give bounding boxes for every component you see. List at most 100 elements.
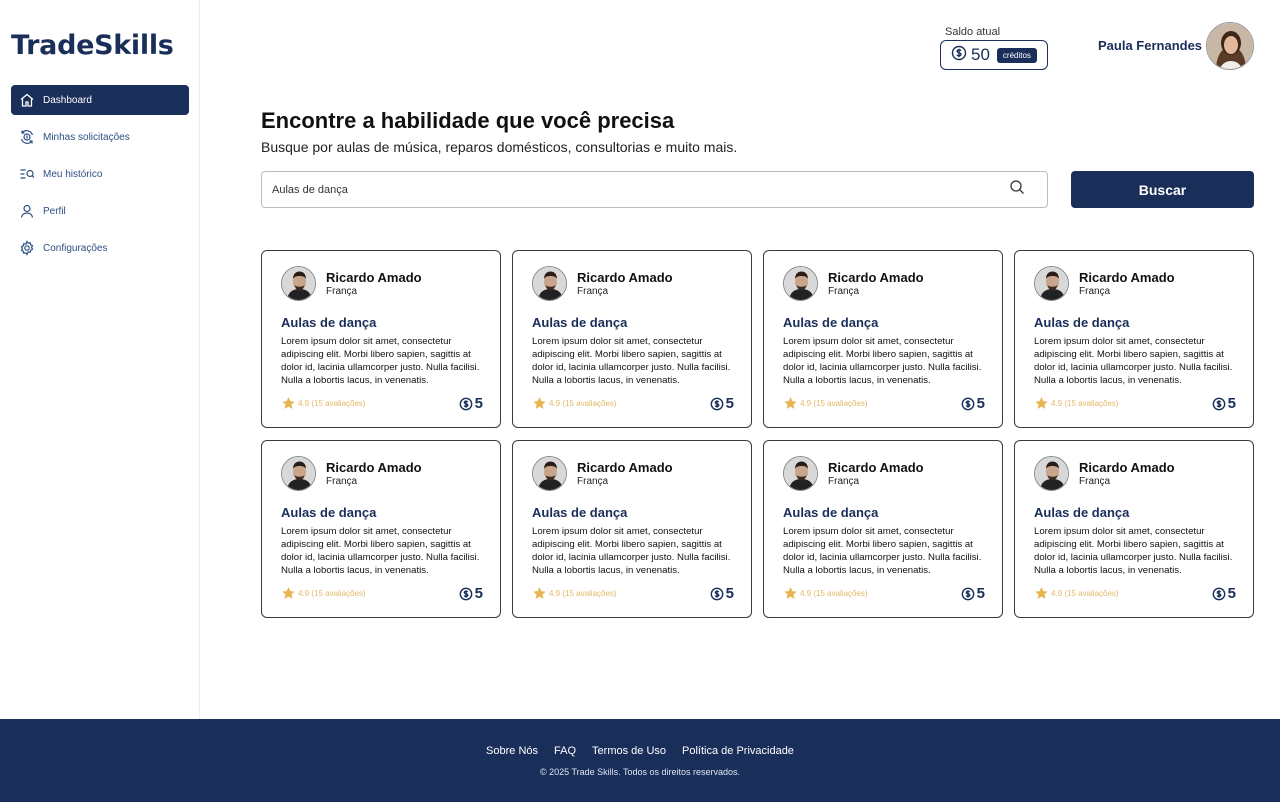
skill-description: Lorem ipsum dolor sit amet, consectetur …: [281, 336, 480, 386]
skill-card[interactable]: Ricardo Amado França Aulas de dança Lore…: [512, 250, 752, 428]
star-icon: [1035, 587, 1048, 599]
provider-name[interactable]: Ricardo Amado: [577, 270, 673, 285]
provider-name[interactable]: Ricardo Amado: [828, 270, 924, 285]
star-icon: [533, 397, 546, 409]
price-value: 5: [725, 585, 734, 602]
user-name[interactable]: Paula Fernandes: [1098, 38, 1202, 53]
balance-widget: Saldo atual 50 créditos: [940, 26, 1048, 70]
skill-description: Lorem ipsum dolor sit amet, consectetur …: [532, 526, 731, 576]
provider-name[interactable]: Ricardo Amado: [326, 270, 422, 285]
footer-links: Sobre Nós FAQ Termos de Uso Política de …: [0, 745, 1280, 757]
card-footer: 4.9 (15 avaliações) 5: [281, 585, 483, 602]
skill-title[interactable]: Aulas de dança: [532, 315, 732, 330]
rating: 4.9 (15 avaliações): [1034, 396, 1119, 411]
page-subtitle: Busque por aulas de música, reparos domé…: [261, 139, 738, 155]
coin-icon: [459, 397, 473, 410]
search-button[interactable]: Buscar: [1071, 171, 1254, 208]
skill-title[interactable]: Aulas de dança: [281, 315, 481, 330]
coin-icon: [710, 397, 724, 410]
rating-text: 4.9 (15 avaliações): [549, 589, 617, 598]
skill-title[interactable]: Aulas de dança: [783, 505, 983, 520]
footer-link-sobre-nos[interactable]: Sobre Nós: [486, 745, 538, 757]
sidebar-item-perfil[interactable]: Perfil: [11, 196, 189, 226]
user-icon: [19, 203, 35, 219]
price-value: 5: [725, 395, 734, 412]
skill-title[interactable]: Aulas de dança: [532, 505, 732, 520]
skill-title[interactable]: Aulas de dança: [1034, 505, 1234, 520]
sidebar-item-label: Perfil: [43, 205, 66, 217]
app-logo[interactable]: TradeSkills: [11, 30, 174, 61]
skill-description: Lorem ipsum dolor sit amet, consectetur …: [1034, 336, 1233, 386]
sidebar-item-meu-historico[interactable]: Meu histórico: [11, 159, 189, 189]
footer-link-termos[interactable]: Termos de Uso: [592, 745, 666, 757]
skill-title[interactable]: Aulas de dança: [783, 315, 983, 330]
skill-card[interactable]: Ricardo Amado França Aulas de dança Lore…: [261, 440, 501, 618]
sidebar-item-dashboard[interactable]: Dashboard: [11, 85, 189, 115]
user-avatar[interactable]: [1206, 22, 1254, 70]
card-footer: 4.9 (15 avaliações) 5: [783, 395, 985, 412]
balance-value: 50: [971, 45, 990, 64]
gear-icon: [19, 240, 35, 256]
sidebar: TradeSkills Dashboard Minhas solicitaçõe…: [0, 0, 200, 719]
star-icon: [282, 587, 295, 599]
search-input[interactable]: [272, 183, 1009, 196]
balance-label: Saldo atual: [945, 26, 1001, 38]
price-value: 5: [1227, 395, 1236, 412]
coin-icon: [459, 587, 473, 600]
skills-grid: Ricardo Amado França Aulas de dança Lore…: [261, 250, 1254, 618]
rating-text: 4.9 (15 avaliações): [1051, 589, 1119, 598]
rating: 4.9 (15 avaliações): [532, 586, 617, 601]
sidebar-item-label: Minhas solicitações: [43, 131, 130, 143]
provider-country: França: [326, 286, 358, 297]
provider-avatar: [783, 456, 818, 491]
skill-card[interactable]: Ricardo Amado França Aulas de dança Lore…: [261, 250, 501, 428]
card-footer: 4.9 (15 avaliações) 5: [1034, 395, 1236, 412]
provider-name[interactable]: Ricardo Amado: [577, 460, 673, 475]
card-header: Ricardo Amado França: [281, 456, 481, 491]
provider-country: França: [1079, 286, 1111, 297]
skill-title[interactable]: Aulas de dança: [1034, 315, 1234, 330]
card-header: Ricardo Amado França: [281, 266, 481, 301]
provider-avatar: [532, 266, 567, 301]
provider-name[interactable]: Ricardo Amado: [1079, 270, 1175, 285]
provider-name[interactable]: Ricardo Amado: [326, 460, 422, 475]
provider-avatar: [532, 456, 567, 491]
skill-title[interactable]: Aulas de dança: [281, 505, 481, 520]
card-header: Ricardo Amado França: [532, 266, 732, 301]
search-icon[interactable]: [1009, 179, 1035, 200]
price-value: 5: [1227, 585, 1236, 602]
provider-name[interactable]: Ricardo Amado: [828, 460, 924, 475]
skill-card[interactable]: Ricardo Amado França Aulas de dança Lore…: [512, 440, 752, 618]
skill-card[interactable]: Ricardo Amado França Aulas de dança Lore…: [763, 250, 1003, 428]
provider-avatar: [281, 456, 316, 491]
provider-country: França: [577, 476, 609, 487]
provider-avatar: [783, 266, 818, 301]
card-footer: 4.9 (15 avaliações) 5: [532, 585, 734, 602]
skill-card[interactable]: Ricardo Amado França Aulas de dança Lore…: [763, 440, 1003, 618]
balance-box: 50 créditos: [940, 40, 1048, 70]
rating-text: 4.9 (15 avaliações): [1051, 399, 1119, 408]
provider-country: França: [828, 286, 860, 297]
sidebar-item-label: Meu histórico: [43, 168, 103, 180]
provider-avatar: [281, 266, 316, 301]
coin-icon: [961, 587, 975, 600]
sidebar-item-minhas-solicitacoes[interactable]: Minhas solicitações: [11, 122, 189, 152]
skill-description: Lorem ipsum dolor sit amet, consectetur …: [1034, 526, 1233, 576]
skill-description: Lorem ipsum dolor sit amet, consectetur …: [783, 336, 982, 386]
footer-link-faq[interactable]: FAQ: [554, 745, 576, 757]
coin-icon: [1212, 397, 1226, 410]
rating: 4.9 (15 avaliações): [281, 586, 366, 601]
provider-name[interactable]: Ricardo Amado: [1079, 460, 1175, 475]
sidebar-item-label: Configurações: [43, 242, 108, 254]
footer-link-privacidade[interactable]: Política de Privacidade: [682, 745, 794, 757]
price: 5: [961, 395, 985, 412]
home-icon: [19, 92, 35, 108]
coin-icon: [961, 397, 975, 410]
sidebar-item-configuracoes[interactable]: Configurações: [11, 233, 189, 263]
price: 5: [961, 585, 985, 602]
skill-card[interactable]: Ricardo Amado França Aulas de dança Lore…: [1014, 250, 1254, 428]
card-header: Ricardo Amado França: [532, 456, 732, 491]
price: 5: [710, 585, 734, 602]
skill-description: Lorem ipsum dolor sit amet, consectetur …: [281, 526, 480, 576]
skill-card[interactable]: Ricardo Amado França Aulas de dança Lore…: [1014, 440, 1254, 618]
